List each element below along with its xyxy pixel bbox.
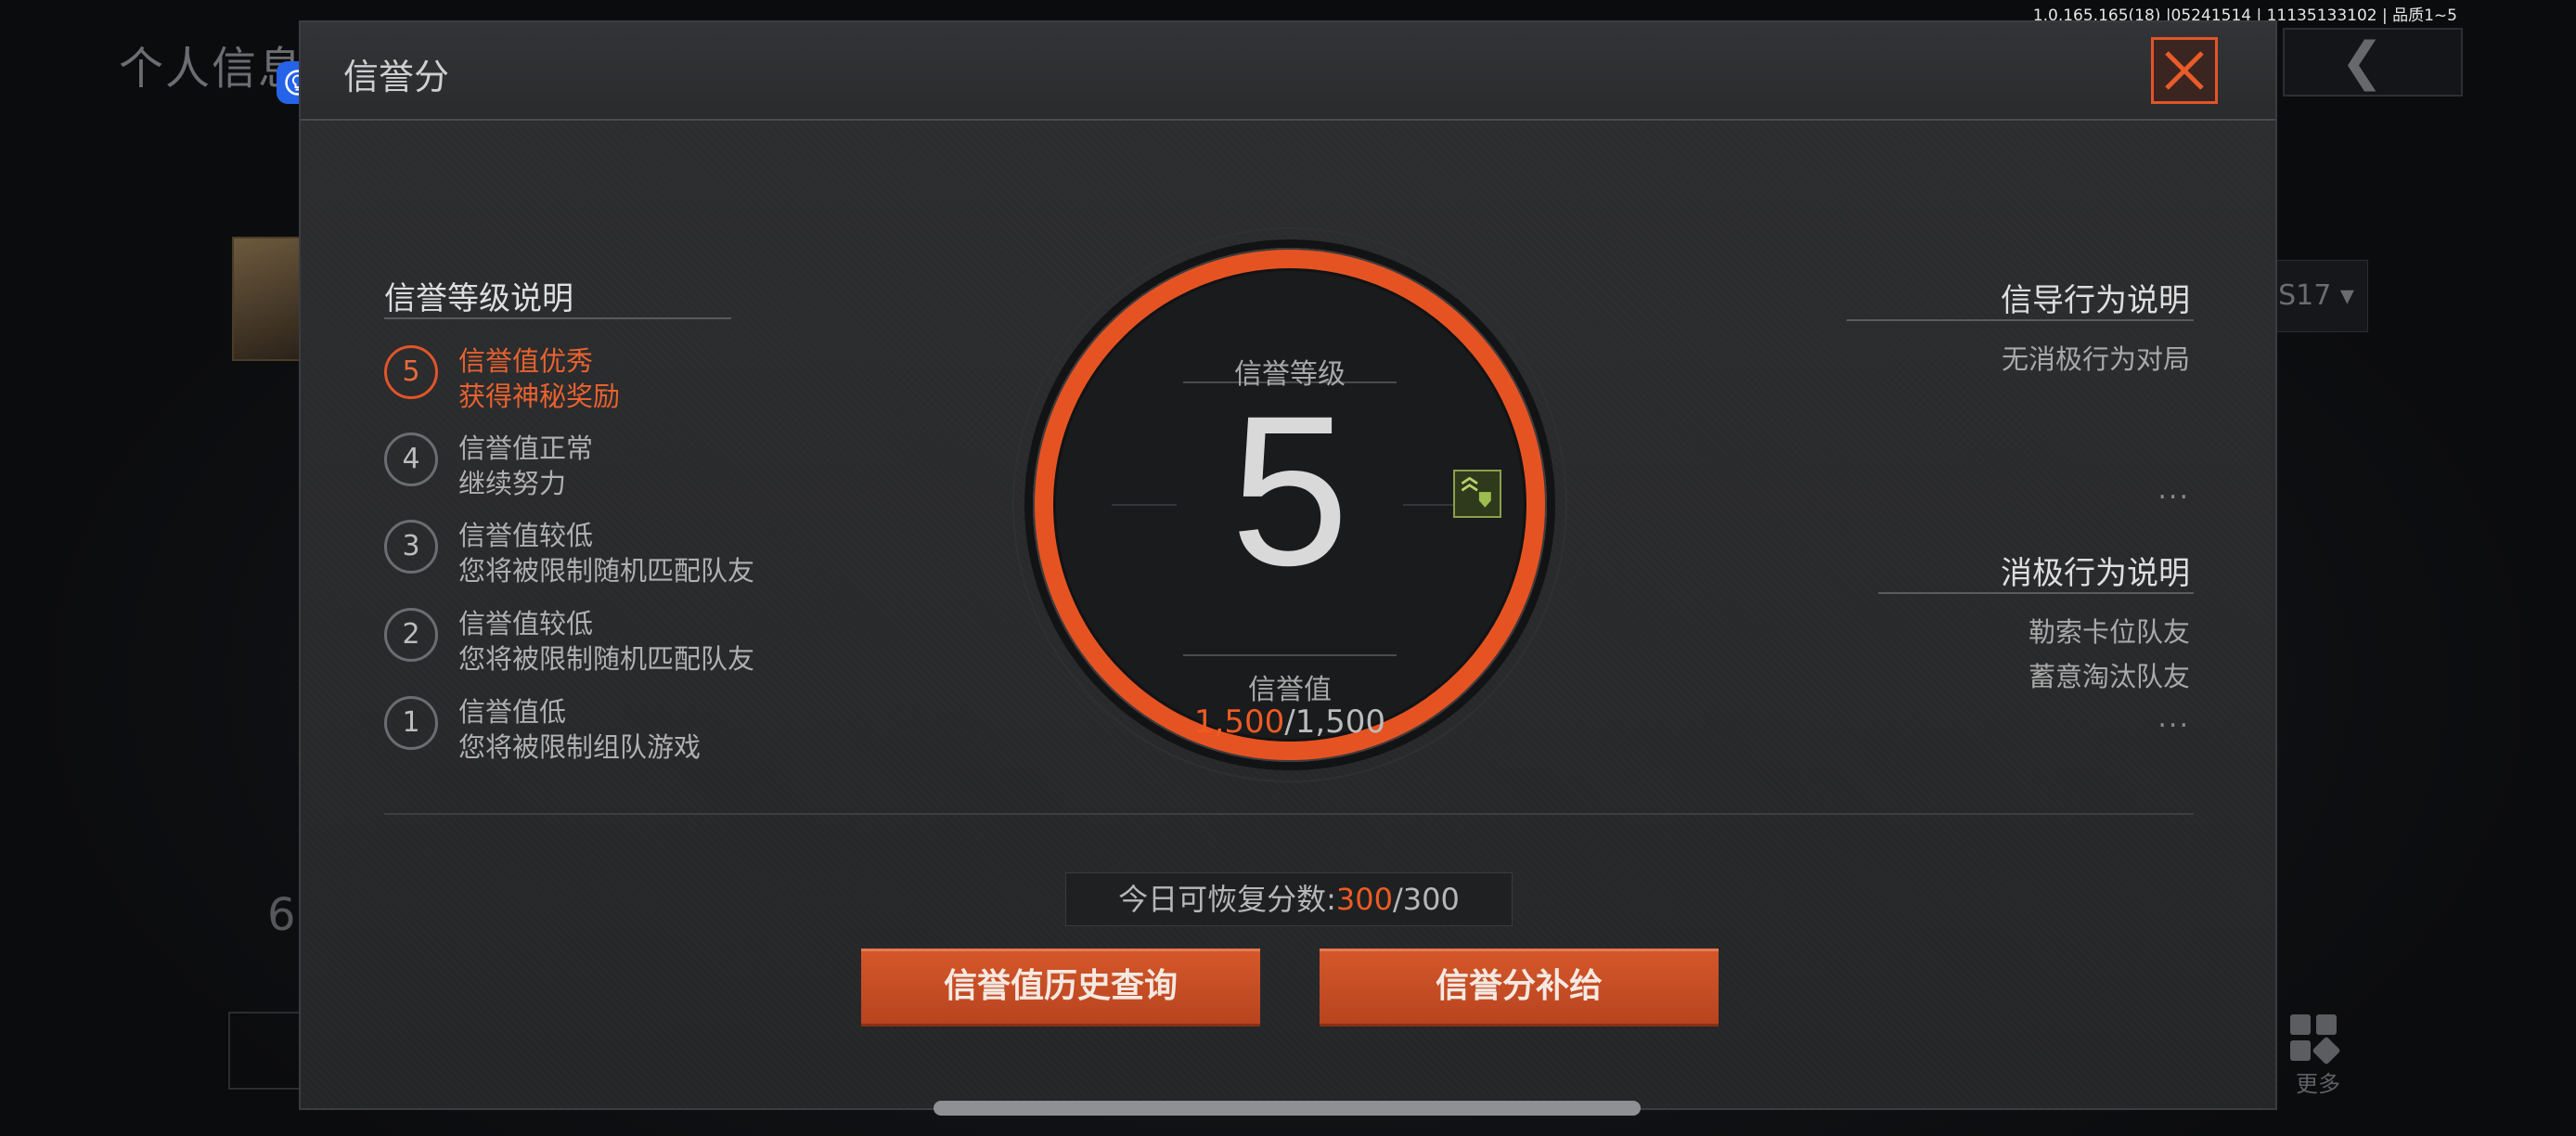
level-status: 信誉值正常 [458,432,594,464]
credit-value-max: /1,500 [1284,704,1386,741]
season-selector[interactable]: S17 ▾ [2264,260,2368,332]
credit-value: 1,500/1,500 [1011,704,1568,741]
rank-chevron-shield-icon [1453,470,1501,518]
positive-more[interactable]: ... [2157,473,2190,506]
level-effect: 您将被限制组队游戏 [458,731,702,763]
level-badge: 1 [384,696,438,750]
credit-value-current: 1,500 [1193,704,1285,741]
close-button[interactable] [2151,37,2218,104]
history-query-button[interactable]: 信誉值历史查询 [861,949,1260,1026]
level-status: 信誉值较低 [458,608,594,639]
restore-points: 今日可恢复分数:300/300 [1065,872,1513,926]
level-badge: 5 [384,345,438,399]
levels-section-title: 信誉等级说明 [384,280,573,317]
level-item-3: 3 信誉值较低 您将被限制随机匹配队友 [384,514,774,587]
modal-title: 信誉分 [343,57,450,97]
level-effect: 您将被限制随机匹配队友 [458,555,755,587]
grid-icon[interactable] [2290,1014,2341,1065]
level-item-2: 2 信誉值较低 您将被限制随机匹配队友 [384,602,774,675]
level-effect: 获得神秘奖励 [458,381,621,412]
level-status: 信誉值低 [458,696,567,728]
credit-supply-button[interactable]: 信誉分补给 [1320,949,1719,1026]
level-badge: 2 [384,608,438,662]
chevron-left-icon: ❮ [2340,32,2384,92]
background-panel [228,1012,306,1090]
level-badge: 4 [384,432,438,486]
restore-current: 300 [1335,882,1393,917]
positive-behaviour-item: 无消极行为对局 [2001,343,2190,375]
modal-header: 信誉分 [301,22,2275,121]
back-button[interactable]: ❮ [2283,28,2463,97]
negative-behaviour-item: 蓄意淘汰队友 [2028,661,2190,692]
restore-label: 今日可恢复分数: [1118,882,1336,917]
divider [1878,592,2194,594]
home-indicator[interactable] [934,1101,1641,1116]
more-label: 更多 [2296,1071,2340,1097]
value-label: 信誉值 [1248,674,1332,706]
level-item-4: 4 信誉值正常 继续努力 [384,427,774,499]
level-status: 信誉值优秀 [458,345,594,377]
negative-more[interactable]: ... [2157,702,2190,734]
negative-section-title: 消极行为说明 [2001,555,2190,592]
credit-level-dial: 信誉等级 5 信誉值 1,500/1,500 [1011,226,1568,783]
restore-max: /300 [1393,882,1460,917]
level-item-5: 5 信誉值优秀 获得神秘奖励 [384,340,774,412]
level-effect: 您将被限制随机匹配队友 [458,643,755,675]
level-badge: 3 [384,520,438,574]
divider [1847,319,2194,321]
positive-section-title: 信导行为说明 [2001,282,2190,319]
divider [384,813,2194,815]
credit-score-modal: 信誉分 信誉等级说明 5 信誉值优秀 获得神秘奖励 4 信誉值正常 继续努力 3… [299,20,2277,1110]
negative-behaviour-item: 勒索卡位队友 [2028,616,2190,648]
divider [384,317,731,319]
close-icon [2165,51,2204,90]
level-status: 信誉值较低 [458,520,594,551]
level-effect: 继续努力 [458,468,567,499]
background-score: 6 [267,889,296,941]
level-item-1: 1 信誉值低 您将被限制组队游戏 [384,691,774,763]
